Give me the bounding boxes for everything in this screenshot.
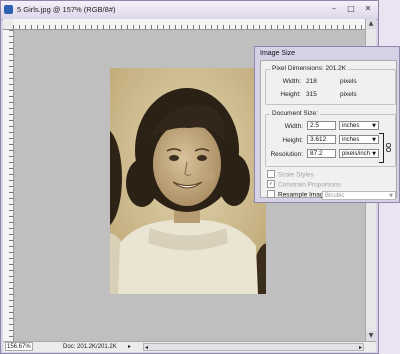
pixel-dimensions-group: Pixel Dimensions: 201.2K Width: 218 pixe… <box>265 65 396 105</box>
resample-method-text: Bicubic <box>325 193 345 199</box>
doc-width-label: Width: <box>284 123 303 130</box>
pixel-height-label: Height: <box>280 91 301 98</box>
chevron-down-icon: ▼ <box>372 123 376 129</box>
horizontal-scrollbar[interactable]: ◂ ▸ <box>143 343 364 351</box>
close-icon[interactable]: ✕ <box>362 4 374 14</box>
pixel-height-unit: pixels <box>340 91 357 98</box>
scroll-left-icon[interactable]: ◂ <box>145 343 148 353</box>
document-title: 5 Girls.jpg @ 157% (RGB/8#) <box>17 5 116 14</box>
chevron-down-icon: ▼ <box>372 137 376 143</box>
document-size-legend: Document Size: <box>270 110 320 117</box>
chevron-down-icon: ▼ <box>372 151 376 157</box>
girl-photo-image <box>110 68 266 294</box>
chain-link-icon <box>386 143 391 152</box>
document-titlebar[interactable]: 5 Girls.jpg @ 157% (RGB/8#) – □ ✕ <box>1 1 378 20</box>
status-bar: 156.67% Doc: 201.2K/201.2K ▸ ◂ ▸ <box>3 341 376 352</box>
horizontal-ruler[interactable] <box>13 19 365 30</box>
constrain-proportions-checkbox[interactable]: ✓ <box>267 180 275 188</box>
pixel-width-label: Width: <box>282 78 301 85</box>
resample-method-select[interactable]: Bicubic ▼ <box>322 191 396 200</box>
doc-width-input[interactable]: 2.5 <box>307 121 336 130</box>
document-size-group: Document Size: Width: 2.5 inches ▼ Height… <box>265 110 396 167</box>
minimize-icon[interactable]: – <box>328 4 340 14</box>
scale-styles-row[interactable]: Scale Styles <box>267 170 314 180</box>
constrain-link-bracket <box>379 133 384 163</box>
doc-height-input[interactable]: 3.612 <box>307 135 336 144</box>
resolution-unit-text: pixels/inch <box>342 151 371 157</box>
scroll-down-icon[interactable]: ▼ <box>366 331 376 341</box>
doc-height-unit-select[interactable]: inches ▼ <box>339 135 379 144</box>
girl-photo <box>110 68 266 294</box>
scroll-up-icon[interactable]: ▲ <box>366 19 376 29</box>
resample-image-row[interactable]: Resample Image: <box>267 190 329 200</box>
scroll-right-icon[interactable]: ▸ <box>359 343 362 353</box>
constrain-proportions-row[interactable]: ✓ Constrain Proportions <box>267 180 341 190</box>
constrain-proportions-label: Constrain Proportions <box>278 181 341 189</box>
photoshop-app-icon <box>4 5 13 14</box>
pixel-width-unit: pixels <box>340 78 357 85</box>
resolution-input[interactable]: 87.2 <box>307 149 336 158</box>
doc-width-unit-select[interactable]: inches ▼ <box>339 121 379 130</box>
doc-width-unit-text: inches <box>342 123 360 129</box>
doc-height-label: Height: <box>282 137 303 144</box>
zoom-level-field[interactable]: 156.67% <box>5 342 33 351</box>
maximize-icon[interactable]: □ <box>345 4 357 14</box>
dialog-title[interactable]: Image Size <box>260 50 295 57</box>
pixel-dimensions-legend: Pixel Dimensions: 201.2K <box>270 65 349 72</box>
vertical-ruler[interactable] <box>3 30 14 341</box>
scale-styles-label: Scale Styles <box>278 171 314 179</box>
dialog-body: Pixel Dimensions: 201.2K Width: 218 pixe… <box>260 60 397 200</box>
resolution-unit-select[interactable]: pixels/inch ▼ <box>339 149 379 158</box>
resolution-label: Resolution: <box>270 151 303 158</box>
chevron-down-icon: ▼ <box>389 193 393 199</box>
pixel-width-value: 218 <box>306 78 317 85</box>
doc-height-unit-text: inches <box>342 137 360 143</box>
pixel-height-value: 315 <box>306 91 317 98</box>
resample-image-checkbox[interactable] <box>267 190 275 198</box>
status-menu-arrow-icon[interactable]: ▸ <box>128 342 131 352</box>
document-size-info: Doc: 201.2K/201.2K <box>63 344 117 350</box>
scale-styles-checkbox[interactable] <box>267 170 275 178</box>
image-size-dialog: Image Size Pixel Dimensions: 201.2K Widt… <box>254 46 400 203</box>
